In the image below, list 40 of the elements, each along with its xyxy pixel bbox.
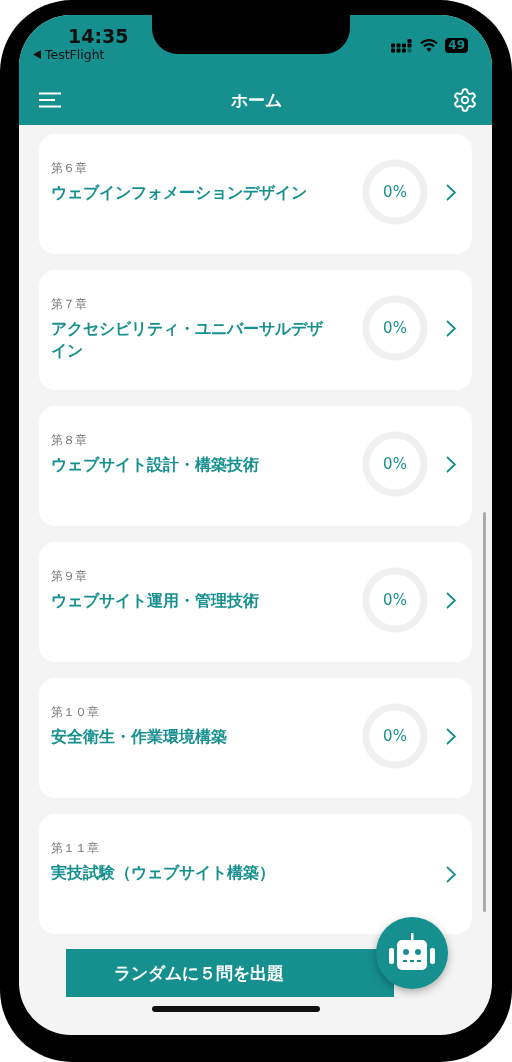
chapter-title: 実技試験（ウェブサイト構築） xyxy=(51,862,276,884)
random-quiz-button[interactable]: ランダムに５問を出題 xyxy=(66,949,394,997)
chapter-number: 第７章 xyxy=(51,296,88,313)
progress-percent: 0% xyxy=(383,183,407,201)
chapter-number: 第６章 xyxy=(51,160,88,177)
chevron-right-icon xyxy=(446,319,456,337)
chevron-right-icon xyxy=(446,455,456,473)
chapter-number: 第１１章 xyxy=(51,840,100,857)
chevron-right-icon xyxy=(446,727,456,745)
chapter-title: ウェブサイト設計・構築技術 xyxy=(51,454,260,476)
chapter-card[interactable]: 第８章 ウェブサイト設計・構築技術 0% xyxy=(39,406,472,526)
back-to-app-link[interactable]: TestFlight xyxy=(33,47,105,62)
chapter-title: ウェブインフォメーションデザイン xyxy=(51,182,308,204)
chapter-card[interactable]: 第６章 ウェブインフォメーションデザイン 0% xyxy=(39,134,472,254)
chapter-number: 第９章 xyxy=(51,568,88,585)
chevron-right-icon xyxy=(446,865,456,883)
chapter-card[interactable]: 第１１章 実技試験（ウェブサイト構築） xyxy=(39,814,472,934)
chapter-title: 安全衛生・作業環境構築 xyxy=(51,726,228,748)
battery-level: 49 xyxy=(445,38,468,53)
chapter-number: 第１０章 xyxy=(51,704,100,721)
wifi-icon xyxy=(420,39,439,52)
progress-percent: 0% xyxy=(383,591,407,609)
back-triangle-icon xyxy=(33,50,41,59)
chapter-title: アクセシビリティ・ユニバーサルデザイン xyxy=(51,318,323,362)
chapter-card[interactable]: 第７章 アクセシビリティ・ユニバーサルデザイン 0% xyxy=(39,270,472,390)
progress-percent: 0% xyxy=(383,727,407,745)
menu-icon[interactable] xyxy=(39,92,61,108)
progress-percent: 0% xyxy=(383,455,407,473)
status-time: 14:35 xyxy=(67,25,129,47)
chevron-right-icon xyxy=(446,591,456,609)
chevron-right-icon xyxy=(446,183,456,201)
robot-icon xyxy=(388,933,436,973)
chapter-title: ウェブサイト運用・管理技術 xyxy=(51,590,260,612)
settings-icon[interactable] xyxy=(452,87,478,113)
chapter-card[interactable]: 第１０章 安全衛生・作業環境構築 0% xyxy=(39,678,472,798)
chapter-card[interactable]: 第９章 ウェブサイト運用・管理技術 0% xyxy=(39,542,472,662)
chapter-number: 第８章 xyxy=(51,432,88,449)
progress-percent: 0% xyxy=(383,319,407,337)
page-title: ホーム xyxy=(231,88,282,112)
signal-icon xyxy=(391,38,414,53)
